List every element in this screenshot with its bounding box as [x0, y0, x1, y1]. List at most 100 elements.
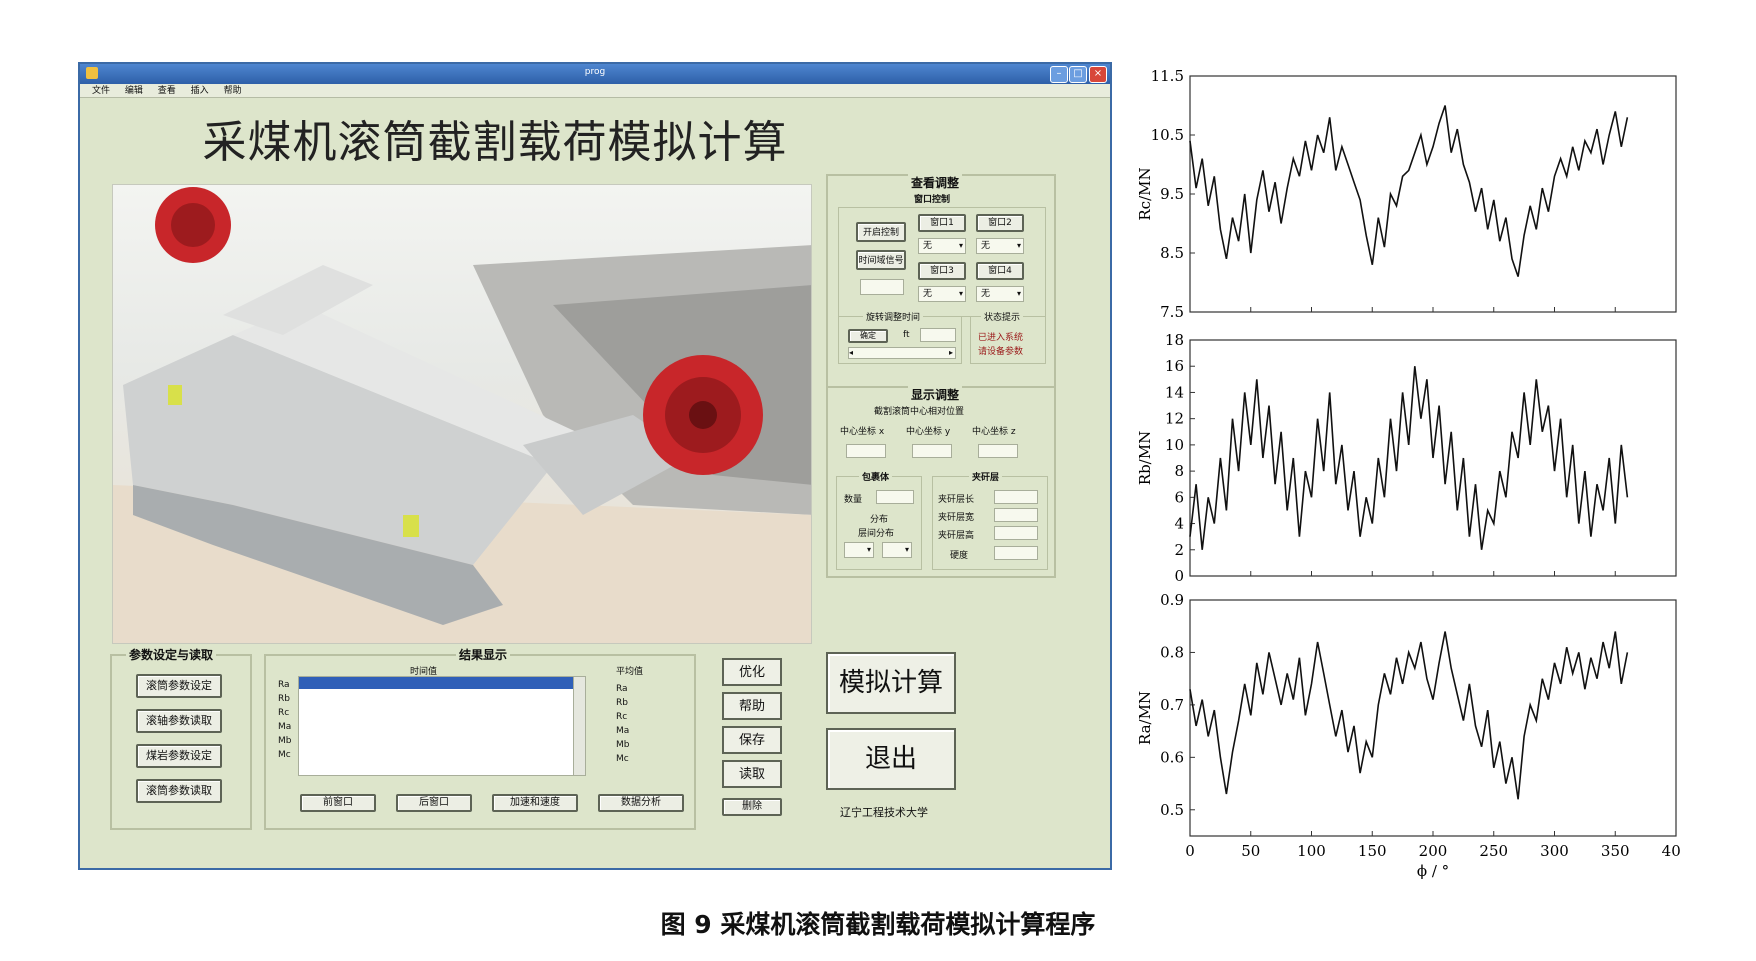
gangue-hardness-input[interactable]	[994, 546, 1038, 560]
slider-right-icon[interactable]: ▸	[949, 348, 953, 358]
x-tick-label: 50	[1241, 842, 1260, 860]
accel-velocity-button[interactable]: 加速和速度	[492, 794, 578, 812]
row-label: Rb	[278, 694, 290, 704]
menu-view[interactable]: 查看	[158, 84, 176, 98]
gangue-height-label: 夹矸层高	[938, 531, 975, 541]
menu-help[interactable]: 帮助	[224, 84, 242, 98]
x-tick-label: 150	[1358, 842, 1387, 860]
save-button[interactable]: 保存	[722, 726, 782, 754]
coal-param-set-button[interactable]: 煤岩参数设定	[136, 744, 222, 768]
y-tick-label: 0	[1174, 567, 1184, 585]
menu-edit[interactable]: 编辑	[125, 84, 143, 98]
window3-select[interactable]: 无	[918, 286, 966, 302]
x-tick-label: 0	[1185, 842, 1195, 860]
drum-param-read-button[interactable]: 滚筒参数读取	[136, 779, 222, 803]
drum-center-title: 截割滚筒中心相对位置	[874, 407, 965, 417]
rotate-time-input[interactable]	[920, 328, 956, 342]
menu-file[interactable]: 文件	[92, 84, 110, 98]
coord-y-input[interactable]	[912, 444, 952, 458]
maximize-icon[interactable]: □	[1069, 66, 1087, 83]
rotate-slider[interactable]: ◂ ▸	[848, 347, 956, 359]
read-button[interactable]: 读取	[722, 760, 782, 788]
drum-param-set-button[interactable]: 滚筒参数设定	[136, 674, 222, 698]
exit-button[interactable]: 退出	[826, 728, 956, 790]
y-axis-label: Rc/MN	[1136, 167, 1154, 220]
figure-caption: 图 9 采煤机滚筒截割载荷模拟计算程序	[660, 910, 1096, 939]
y-tick-label: 10.5	[1151, 126, 1184, 144]
gangue-title: 夹矸层	[969, 470, 1003, 483]
status-field[interactable]	[860, 279, 904, 295]
y-tick-label: 11.5	[1151, 67, 1184, 85]
avg-label: Mb	[616, 740, 630, 750]
inclusion-title: 包裹体	[859, 470, 893, 483]
avg-label: Rb	[616, 698, 628, 708]
credits-text: 辽宁工程技术大学	[840, 806, 928, 819]
gangue-height-input[interactable]	[994, 526, 1038, 540]
inclusion-select-2[interactable]	[882, 542, 912, 558]
rotate-confirm-button[interactable]: 确定	[848, 329, 888, 343]
listbox-scrollbar[interactable]	[573, 677, 585, 775]
window1-button[interactable]: 窗口1	[918, 214, 966, 232]
coord-z-label: 中心坐标 z	[972, 427, 1016, 437]
close-icon[interactable]: ×	[1089, 66, 1107, 83]
shearer-illustration	[113, 187, 811, 643]
row-label: Ra	[278, 680, 290, 690]
y-axis-label: Ra/MN	[1136, 691, 1154, 745]
coord-x-label: 中心坐标 x	[840, 427, 885, 437]
series-line	[1189, 366, 1629, 550]
load-plots: 11.5 10.5 9.5 8.5 7.5 Rc/MN 18 16 14 12 10 8 6 4 2 0 Rb/…	[1136, 67, 1680, 880]
window2-button[interactable]: 窗口2	[976, 214, 1024, 232]
y-tick-label: 2	[1174, 541, 1184, 559]
y-tick-label: 12	[1165, 410, 1184, 428]
x-tick-label: 400	[1662, 842, 1680, 860]
toggle-control-button[interactable]: 开启控制	[856, 222, 906, 242]
slider-left-icon[interactable]: ◂	[849, 348, 853, 357]
optimize-button[interactable]: 优化	[722, 658, 782, 686]
coord-z-input[interactable]	[978, 444, 1018, 458]
view-adjust-title: 查看调整	[908, 174, 963, 191]
delete-button[interactable]: 删除	[722, 798, 782, 816]
gangue-hardness-label: 硬度	[950, 551, 969, 561]
results-listbox[interactable]	[298, 676, 586, 776]
inclusion-select-1[interactable]	[844, 542, 874, 558]
window4-select[interactable]: 无	[976, 286, 1024, 302]
window3-button[interactable]: 窗口3	[918, 262, 966, 280]
x-tick-label: 200	[1419, 842, 1448, 860]
next-window-button[interactable]: 后窗口	[396, 794, 472, 812]
gangue-width-label: 夹矸层宽	[938, 513, 975, 523]
status-line-2: 请设备参数	[978, 347, 1024, 357]
y-tick-label: 0.9	[1160, 591, 1184, 609]
app-window: prog – □ × 文件 编辑 查看 插入 帮助 采煤机滚筒截割载荷模拟计算	[78, 62, 1112, 870]
coord-y-label: 中心坐标 y	[906, 427, 951, 437]
y-tick-label: 7.5	[1160, 303, 1184, 321]
time-domain-button[interactable]: 时间域信号	[856, 250, 906, 270]
shearer-3d-view	[112, 184, 812, 644]
results-panel-title: 结果显示	[456, 646, 511, 663]
menu-insert[interactable]: 插入	[191, 84, 209, 98]
inclusion-count-label: 数量	[844, 495, 863, 505]
rotate-unit-label: ft	[903, 330, 910, 340]
minimize-icon[interactable]: –	[1050, 66, 1068, 83]
gangue-width-input[interactable]	[994, 508, 1038, 522]
roller-param-read-button[interactable]: 滚轴参数读取	[136, 709, 222, 733]
selected-row[interactable]	[299, 677, 585, 689]
params-panel-title: 参数设定与读取	[126, 646, 217, 663]
window1-select[interactable]: 无	[918, 238, 966, 254]
x-tick-label: 100	[1297, 842, 1326, 860]
simulate-button[interactable]: 模拟计算	[826, 652, 956, 714]
y-tick-label: 16	[1165, 357, 1184, 375]
y-tick-label: 10	[1165, 436, 1184, 454]
help-button[interactable]: 帮助	[722, 692, 782, 720]
display-adjust-title: 显示调整	[908, 386, 963, 403]
coord-x-input[interactable]	[846, 444, 886, 458]
prev-window-button[interactable]: 前窗口	[300, 794, 376, 812]
window4-button[interactable]: 窗口4	[976, 262, 1024, 280]
data-analysis-button[interactable]: 数据分析	[598, 794, 684, 812]
x-tick-label: 350	[1601, 842, 1630, 860]
y-tick-label: 9.5	[1160, 185, 1184, 203]
series-line	[1189, 631, 1629, 800]
gangue-length-input[interactable]	[994, 490, 1038, 504]
inclusion-count-input[interactable]	[876, 490, 914, 504]
window2-select[interactable]: 无	[976, 238, 1024, 254]
avg-label: Mc	[616, 754, 629, 764]
